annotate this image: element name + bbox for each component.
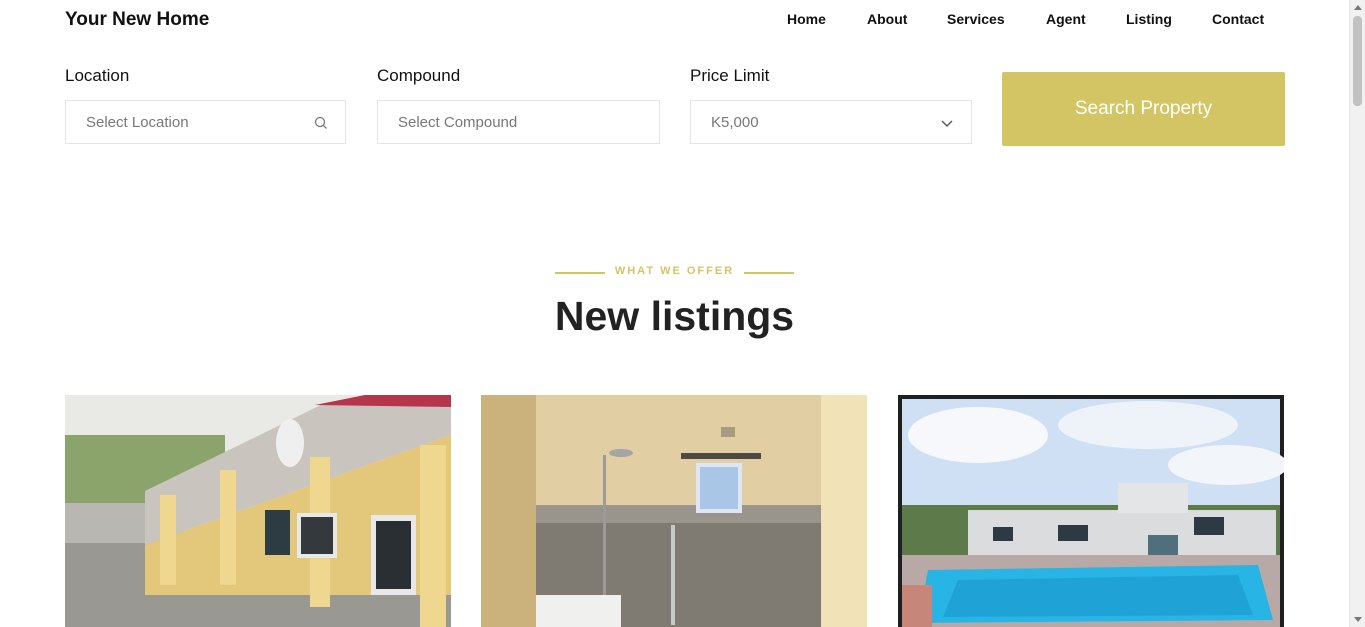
nav-services[interactable]: Services	[947, 11, 1005, 27]
listing-card-2[interactable]	[481, 395, 867, 627]
nav-home[interactable]: Home	[787, 11, 826, 27]
main-nav: Home About Services Agent Listing Contac…	[0, 11, 1365, 31]
price-label: Price Limit	[690, 66, 770, 85]
listing-card-1[interactable]	[65, 395, 451, 627]
compound-placeholder: Select Compound	[398, 114, 518, 131]
page-scrollbar[interactable]	[1349, 0, 1365, 627]
chevron-down-icon	[939, 115, 955, 131]
price-value: K5,000	[711, 114, 759, 131]
section-title: New listings	[554, 293, 795, 339]
scroll-thumb[interactable]	[1353, 16, 1362, 106]
nav-listing[interactable]: Listing	[1126, 11, 1172, 27]
nav-contact[interactable]: Contact	[1212, 11, 1264, 27]
location-placeholder: Select Location	[86, 114, 189, 131]
price-select[interactable]: K5,000	[690, 100, 972, 144]
listing-photo-3	[898, 395, 1284, 627]
listing-photo-2	[481, 395, 867, 627]
search-property-button[interactable]: Search Property	[1002, 72, 1285, 146]
eyebrow-line-right	[744, 272, 794, 274]
scroll-up-icon[interactable]	[1354, 5, 1362, 10]
nav-about[interactable]: About	[867, 11, 907, 27]
listing-photo-1	[65, 395, 451, 627]
eyebrow-text: WHAT WE OFFER	[614, 265, 735, 277]
section-eyebrow: WHAT WE OFFER	[555, 264, 794, 280]
compound-select[interactable]: Select Compound	[377, 100, 660, 144]
listing-card-3[interactable]	[898, 395, 1284, 627]
location-label: Location	[65, 66, 130, 85]
compound-label: Compound	[377, 66, 461, 85]
scroll-down-icon[interactable]	[1354, 617, 1362, 622]
nav-agent[interactable]: Agent	[1046, 11, 1086, 27]
location-select[interactable]: Select Location	[65, 100, 346, 144]
search-icon	[313, 115, 329, 131]
